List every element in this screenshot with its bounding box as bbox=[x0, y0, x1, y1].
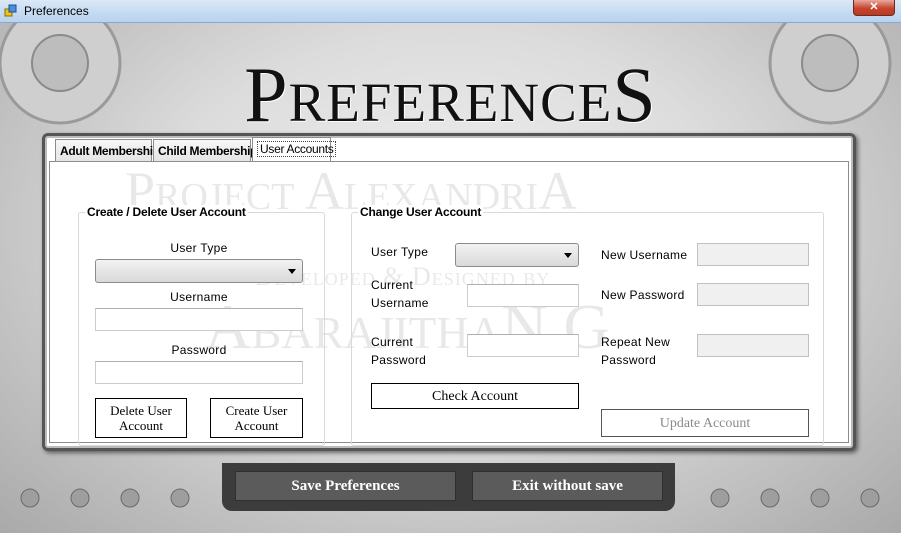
tab-child-membership[interactable]: Child Membership bbox=[153, 139, 258, 162]
delete-user-button[interactable]: Delete User Account bbox=[95, 398, 187, 438]
title-bar: Preferences ✕ bbox=[0, 0, 901, 23]
user-type-label: User Type bbox=[170, 241, 228, 255]
new-username-label: New Username bbox=[601, 248, 688, 262]
app-icon bbox=[4, 4, 17, 17]
window-title: Preferences bbox=[24, 4, 89, 18]
check-account-button[interactable]: Check Account bbox=[371, 383, 579, 409]
change-account-group-title: Change User Account bbox=[358, 205, 484, 219]
tab-user-accounts-label: User Accounts bbox=[257, 141, 337, 157]
username-label: Username bbox=[170, 290, 228, 304]
new-username-input[interactable] bbox=[697, 243, 809, 266]
create-user-button[interactable]: Create User Account bbox=[210, 398, 303, 438]
username-input[interactable] bbox=[95, 308, 303, 331]
password-input[interactable] bbox=[95, 361, 303, 384]
change-user-type-select[interactable] bbox=[455, 243, 579, 267]
current-password-input[interactable] bbox=[467, 334, 579, 357]
chevron-down-icon bbox=[564, 253, 572, 258]
update-account-button[interactable]: Update Account bbox=[601, 409, 809, 437]
password-label: Password bbox=[171, 343, 227, 357]
new-password-label: New Password bbox=[601, 288, 685, 302]
tab-adult-membership[interactable]: Adult Membership bbox=[55, 139, 160, 162]
page-title: PreferenceS bbox=[244, 51, 657, 138]
chevron-down-icon bbox=[288, 269, 296, 274]
current-username-input[interactable] bbox=[467, 284, 579, 307]
close-button[interactable]: ✕ bbox=[853, 0, 895, 16]
current-password-label: Current Password bbox=[371, 335, 427, 367]
save-preferences-button[interactable]: Save Preferences bbox=[235, 471, 456, 501]
new-password-input[interactable] bbox=[697, 283, 809, 306]
tab-user-accounts[interactable]: User Accounts bbox=[252, 137, 337, 162]
user-type-select[interactable] bbox=[95, 259, 303, 283]
create-delete-group-title: Create / Delete User Account bbox=[85, 205, 248, 219]
close-icon: ✕ bbox=[869, 1, 879, 13]
change-user-type-label: User Type bbox=[371, 245, 429, 259]
exit-without-save-button[interactable]: Exit without save bbox=[472, 471, 663, 501]
repeat-password-label: Repeat New Password bbox=[601, 335, 671, 367]
current-username-label: Current Username bbox=[371, 278, 429, 310]
repeat-password-input[interactable] bbox=[697, 334, 809, 357]
